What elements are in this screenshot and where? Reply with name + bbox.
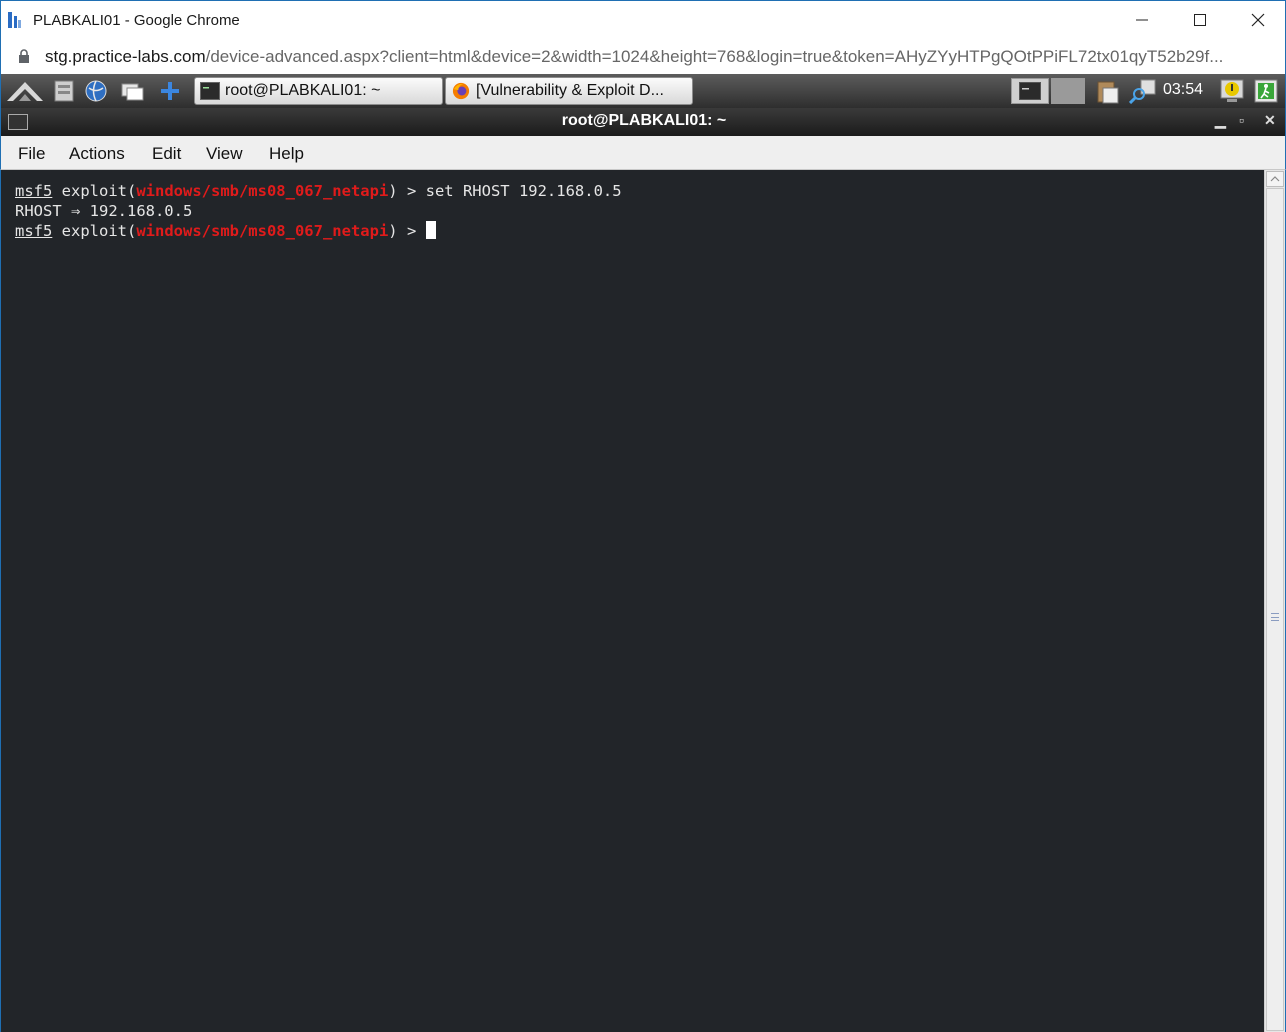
search-icon[interactable] xyxy=(1129,78,1157,104)
minimize-button[interactable] xyxy=(1119,1,1165,39)
terminal-icon xyxy=(200,82,220,100)
update-notification-icon[interactable] xyxy=(1219,78,1245,104)
terminal-scrollbar[interactable] xyxy=(1264,170,1286,1032)
menu-view[interactable]: View xyxy=(206,144,243,164)
terminal-line: msf5 exploit(windows/smb/ms08_067_netapi… xyxy=(15,221,436,241)
address-bar[interactable]: stg.practice-labs.com/device-advanced.as… xyxy=(0,40,1286,74)
logout-icon[interactable] xyxy=(1253,78,1279,104)
taskbar-firefox-button[interactable]: [Vulnerability & Exploit D... xyxy=(445,77,693,105)
firefox-icon xyxy=(452,82,470,100)
terminal-output[interactable]: msf5 exploit(windows/smb/ms08_067_netapi… xyxy=(0,170,1264,1032)
msf-prompt: msf5 xyxy=(15,182,53,200)
prompt-suffix: ) > xyxy=(388,222,426,240)
taskbar-terminal-button[interactable]: root@PLABKALI01: ~ xyxy=(194,77,443,105)
close-button[interactable] xyxy=(1235,1,1281,39)
show-desktop-icon[interactable] xyxy=(119,79,145,103)
clipboard-icon[interactable] xyxy=(1095,78,1121,104)
prompt-prefix: exploit( xyxy=(52,182,137,200)
terminal-line: msf5 exploit(windows/smb/ms08_067_netapi… xyxy=(15,181,622,201)
minimize-icon xyxy=(1136,19,1148,21)
kali-panel: root@PLABKALI01: ~ [Vulnerability & Expl… xyxy=(0,74,1286,108)
command-text: ) > set RHOST 192.168.0.5 xyxy=(388,182,622,200)
maximize-button[interactable] xyxy=(1177,1,1223,39)
tray-workspace[interactable] xyxy=(1051,78,1085,104)
scroll-thumb[interactable] xyxy=(1266,188,1284,1031)
lock-icon xyxy=(19,49,29,63)
menu-edit[interactable]: Edit xyxy=(152,144,181,164)
practice-labs-icon xyxy=(8,12,21,28)
terminal-minimize-button[interactable]: ▁ xyxy=(1215,112,1226,129)
terminal-icon xyxy=(1019,82,1041,100)
module-name: windows/smb/ms08_067_netapi xyxy=(136,182,389,200)
panel-clock: 03:54 xyxy=(1163,81,1204,98)
window-title: PLABKALI01 - Google Chrome xyxy=(33,12,240,29)
terminal-line: RHOST ⇒ 192.168.0.5 xyxy=(15,202,193,220)
browser-title-bar: PLABKALI01 - Google Chrome xyxy=(0,0,1286,40)
add-icon[interactable] xyxy=(157,79,183,103)
url-path: /device-advanced.aspx?client=html&device… xyxy=(205,47,1224,66)
menu-help[interactable]: Help xyxy=(269,144,304,164)
url-text[interactable]: stg.practice-labs.com/device-advanced.as… xyxy=(45,47,1273,67)
tray-terminal-button[interactable] xyxy=(1011,78,1049,104)
menu-actions[interactable]: Actions xyxy=(69,144,125,164)
taskbar-firefox-label: [Vulnerability & Exploit D... xyxy=(476,82,664,99)
module-name: windows/smb/ms08_067_netapi xyxy=(136,222,389,240)
close-icon xyxy=(1251,13,1265,27)
scroll-grip-icon xyxy=(1271,613,1279,621)
chevron-up-icon xyxy=(1270,176,1280,182)
prompt-prefix: exploit( xyxy=(52,222,137,240)
url-domain: stg.practice-labs.com xyxy=(45,47,206,66)
terminal-maximize-button[interactable]: ▫ xyxy=(1239,112,1244,128)
file-manager-icon[interactable] xyxy=(51,79,77,103)
kali-menu-icon[interactable] xyxy=(5,79,45,103)
browser-globe-icon[interactable] xyxy=(83,79,109,103)
scroll-up-button[interactable] xyxy=(1266,171,1284,187)
taskbar-terminal-label: root@PLABKALI01: ~ xyxy=(225,82,381,99)
menu-file[interactable]: File xyxy=(18,144,45,164)
terminal-menu-bar: File Actions Edit View Help xyxy=(0,136,1286,170)
terminal-title: root@PLABKALI01: ~ xyxy=(561,112,727,129)
msf-prompt: msf5 xyxy=(15,222,53,240)
terminal-close-button[interactable]: ✕ xyxy=(1264,112,1276,129)
terminal-cursor xyxy=(425,221,436,239)
terminal-title-bar: root@PLABKALI01: ~ ▁ ▫ ✕ xyxy=(0,108,1286,136)
maximize-icon xyxy=(1194,14,1206,26)
